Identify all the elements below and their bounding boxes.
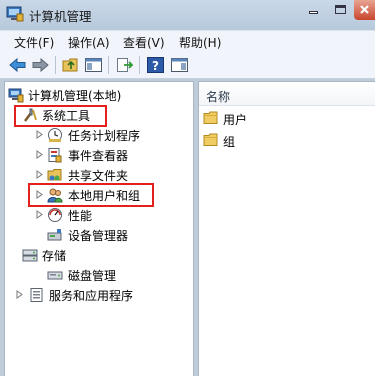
tree-item-root[interactable]: 计算机管理(本地) bbox=[8, 86, 188, 104]
device-manager-icon bbox=[47, 229, 62, 241]
list-item-label: 用户 bbox=[223, 113, 248, 127]
back-arrow-icon[interactable] bbox=[8, 56, 27, 74]
help-icon[interactable]: ? bbox=[146, 56, 165, 74]
disk-icon bbox=[47, 271, 63, 280]
list-item-label: 组 bbox=[223, 135, 236, 149]
tree-label: 共享文件夹 bbox=[68, 169, 129, 183]
local-users-groups-highlight bbox=[28, 183, 154, 207]
folder-icon bbox=[203, 133, 218, 146]
tree-label: 性能 bbox=[68, 209, 93, 223]
system-tools-highlight bbox=[14, 105, 107, 127]
tree-item-task-scheduler[interactable]: 任务计划程序 bbox=[36, 126, 186, 144]
tree-label: 事件查看器 bbox=[68, 149, 129, 163]
menu-file[interactable]: 文件(F) bbox=[14, 34, 54, 51]
collapsed-arrow-icon[interactable] bbox=[36, 210, 43, 219]
forward-arrow-icon[interactable] bbox=[31, 56, 50, 74]
close-button[interactable] bbox=[354, 0, 375, 20]
maximize-button[interactable] bbox=[327, 0, 353, 20]
collapsed-arrow-icon[interactable] bbox=[36, 170, 43, 179]
tree-item-disk-management[interactable]: 磁盘管理 bbox=[36, 266, 186, 284]
menu-action[interactable]: 操作(A) bbox=[68, 34, 110, 51]
tree-label: 磁盘管理 bbox=[68, 269, 117, 283]
toolbar-separator bbox=[139, 56, 140, 74]
collapsed-arrow-icon[interactable] bbox=[36, 150, 43, 159]
tree-label: 任务计划程序 bbox=[68, 129, 141, 143]
menu-bar: 文件(F) 操作(A) 查看(V) 帮助(H) bbox=[0, 30, 375, 51]
console-tree: 计算机管理(本地) 系统工具 任务计划程序 事件查看器 共享文件夹 本地用户和组… bbox=[4, 81, 194, 376]
svg-text:?: ? bbox=[152, 59, 159, 73]
collapsed-arrow-icon[interactable] bbox=[36, 130, 43, 139]
toolbar-separator bbox=[108, 56, 109, 74]
toolbar: ? bbox=[0, 51, 375, 79]
tree-item-storage[interactable]: 存储 bbox=[9, 246, 109, 264]
tree-label: 设备管理器 bbox=[68, 229, 129, 243]
storage-icon bbox=[22, 249, 38, 262]
menu-help[interactable]: 帮助(H) bbox=[179, 34, 221, 51]
minimize-button[interactable] bbox=[300, 0, 327, 20]
tree-item-performance[interactable]: 性能 bbox=[36, 206, 186, 224]
tree-label: 服务和应用程序 bbox=[49, 289, 134, 303]
close-icon bbox=[360, 5, 369, 14]
computer-management-window: 计算机管理 文件(F) 操作(A) 查看(V) 帮助(H) ? 计算机管理(本地… bbox=[0, 0, 375, 376]
tree-item-event-viewer[interactable]: 事件查看器 bbox=[36, 146, 186, 164]
folder-icon bbox=[203, 111, 218, 124]
tree-item-services-applications[interactable]: 服务和应用程序 bbox=[16, 286, 186, 304]
export-list-icon[interactable] bbox=[115, 56, 134, 74]
computer-management-icon bbox=[8, 88, 24, 103]
list-item-groups[interactable]: 组 bbox=[203, 132, 323, 150]
shared-folder-icon bbox=[47, 169, 62, 181]
list-item-users[interactable]: 用户 bbox=[203, 110, 323, 128]
up-folder-icon[interactable] bbox=[62, 56, 81, 74]
column-header-label: 名称 bbox=[206, 90, 231, 104]
event-viewer-icon bbox=[48, 148, 62, 163]
collapsed-arrow-icon[interactable] bbox=[16, 290, 23, 299]
title-bar: 计算机管理 bbox=[0, 0, 375, 30]
column-header-name[interactable]: 名称 bbox=[199, 82, 375, 106]
menu-view[interactable]: 查看(V) bbox=[123, 34, 165, 51]
tree-label: 计算机管理(本地) bbox=[28, 89, 122, 103]
computer-management-icon bbox=[6, 6, 24, 22]
show-hide-action-pane-icon[interactable] bbox=[170, 56, 189, 74]
tree-item-shared-folders[interactable]: 共享文件夹 bbox=[36, 166, 186, 184]
tree-label: 存储 bbox=[42, 249, 67, 263]
clock-icon bbox=[48, 128, 62, 142]
window-title: 计算机管理 bbox=[29, 9, 92, 24]
details-pane: 名称 用户 组 bbox=[198, 81, 375, 376]
services-icon bbox=[30, 288, 43, 302]
toolbar-separator bbox=[55, 56, 56, 74]
performance-icon bbox=[48, 208, 62, 222]
show-hide-tree-icon[interactable] bbox=[84, 56, 103, 74]
tree-item-device-manager[interactable]: 设备管理器 bbox=[36, 226, 186, 244]
